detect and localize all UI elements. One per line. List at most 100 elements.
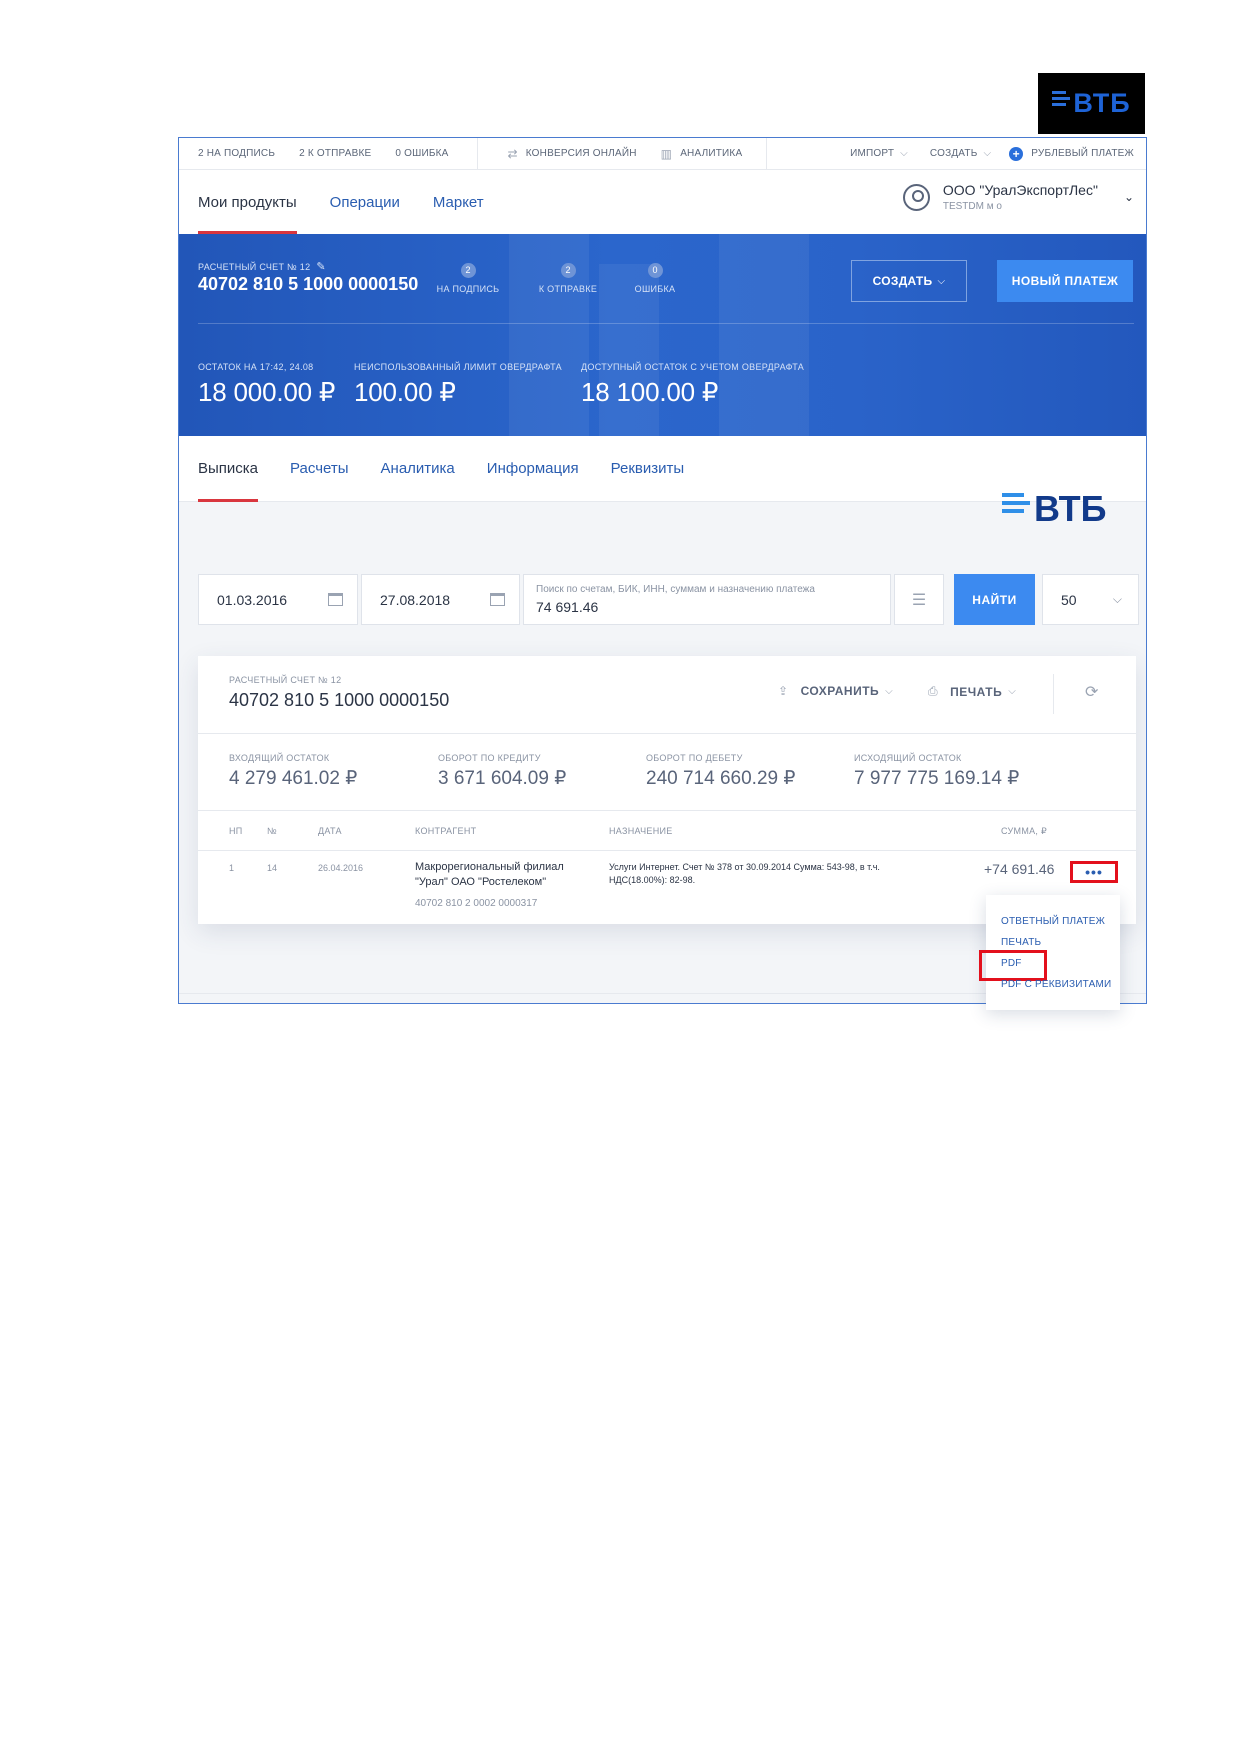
chevron-down-icon: ⌵ xyxy=(937,275,946,287)
counter-label: НА ПОДПИСЬ xyxy=(436,284,500,294)
chevron-down-icon: ⌵ xyxy=(885,685,894,697)
counter-to-send[interactable]: 2 К ОТПРАВКЕ xyxy=(528,260,608,294)
analytics-link[interactable]: ▥ АНАЛИТИКА xyxy=(661,138,743,169)
row-purpose: Услуги Интернет. Счет № 378 от 30.09.201… xyxy=(609,862,880,885)
count-badge: 0 xyxy=(647,263,663,278)
tab-analytics[interactable]: Аналитика xyxy=(381,436,455,502)
column-counterparty[interactable]: КОНТРАГЕНТ xyxy=(415,826,476,836)
row-counterparty-account: 40702 810 2 0002 0000317 xyxy=(415,898,538,909)
summary-opening: ВХОДЯЩИЙ ОСТАТОК 4 279 461.02 ₽ xyxy=(229,753,357,790)
tab-information[interactable]: Информация xyxy=(487,436,579,502)
column-number[interactable]: № xyxy=(267,826,277,836)
menu-item-pdf[interactable]: PDF xyxy=(979,950,1120,981)
pencil-icon[interactable]: ✎ xyxy=(316,261,326,273)
account-number: 40702 810 5 1000 0000150 xyxy=(198,274,419,294)
conversion-link[interactable]: ⇄ КОНВЕРСИЯ ОНЛАЙН xyxy=(508,138,637,169)
org-user: TESTDM м о xyxy=(942,201,1002,212)
statement-account-number: 40702 810 5 1000 0000150 xyxy=(229,690,450,710)
statement-filters: 01.03.2016 27.08.2018 Поиск по счетам, Б… xyxy=(198,574,1142,625)
date-from-field[interactable]: 01.03.2016 xyxy=(198,574,358,625)
errors-link[interactable]: 0 ОШИБКА xyxy=(395,148,448,159)
chevron-down-icon: ⌵ xyxy=(983,148,992,159)
calendar-icon[interactable] xyxy=(328,593,343,606)
divider xyxy=(476,138,478,169)
row-amount: +74 691.46 xyxy=(984,861,1055,877)
calendar-icon[interactable] xyxy=(490,593,505,606)
column-np[interactable]: НП xyxy=(229,826,243,836)
save-label: СОХРАНИТЬ xyxy=(800,684,880,698)
app-window: 2 НА ПОДПИСЬ 2 К ОТПРАВКЕ 0 ОШИБКА ⇄ КОН… xyxy=(178,137,1147,1004)
page-size-value: 50 xyxy=(1061,591,1077,608)
tab-requisites[interactable]: Реквизиты xyxy=(611,436,685,502)
balance-amount: 100.00 ₽ xyxy=(354,377,456,407)
counter-label: ОШИБКА xyxy=(634,284,676,294)
plus-circle-icon: + xyxy=(1009,146,1024,161)
menu-item-pdf-requisites[interactable]: PDF С РЕКВИЗИТАМИ xyxy=(986,974,1120,995)
ruble-payment-link[interactable]: + РУБЛЕВЫЙ ПЛАТЕЖ xyxy=(1009,138,1134,169)
balance-label: ОСТАТОК НА 17:42, 24.08 xyxy=(198,362,314,372)
count-badge: 2 xyxy=(560,263,576,278)
counter-errors[interactable]: 0 ОШИБКА xyxy=(615,260,695,294)
main-nav: Мои продукты Операции Маркет ООО "УралЭк… xyxy=(179,170,1146,234)
balance-label: НЕИСПОЛЬЗОВАННЫЙ ЛИМИТ ОВЕРДРАФТА xyxy=(354,362,562,372)
column-purpose[interactable]: НАЗНАЧЕНИЕ xyxy=(609,826,673,836)
tab-market[interactable]: Маркет xyxy=(433,170,484,234)
conversion-label: КОНВЕРСИЯ ОНЛАЙН xyxy=(525,148,637,159)
row-context-menu: ОТВЕТНЫЙ ПЛАТЕЖ ПЕЧАТЬ PDF PDF С РЕКВИЗИ… xyxy=(979,895,1120,1010)
create-menu[interactable]: СОЗДАТЬ ⌵ xyxy=(930,138,991,169)
find-button[interactable]: НАЙТИ xyxy=(954,574,1035,625)
logo-text: ВТБ xyxy=(1034,488,1107,529)
summary-label: ОБОРОТ ПО КРЕДИТУ xyxy=(438,753,541,763)
chevron-down-icon: ⌵ xyxy=(1112,592,1122,606)
summary-label: ИСХОДЯЩИЙ ОСТАТОК xyxy=(854,753,962,763)
balance-available: ДОСТУПНЫЙ ОСТАТОК С УЧЕТОМ ОВЕРДРАФТА 18… xyxy=(581,362,804,408)
print-button[interactable]: ⎙ ПЕЧАТЬ ⌵ xyxy=(928,684,1016,699)
logo-bars-icon xyxy=(1002,493,1030,513)
summary-closing: ИСХОДЯЩИЙ ОСТАТОК 7 977 775 169.14 ₽ xyxy=(854,753,1019,790)
tab-my-products[interactable]: Мои продукты xyxy=(198,170,297,234)
filter-settings-icon[interactable]: ☰ xyxy=(894,574,944,625)
vtb-logo: ВТБ xyxy=(1002,488,1107,530)
tab-operations[interactable]: Операции xyxy=(330,170,400,234)
create-button[interactable]: СОЗДАТЬ ⌵ xyxy=(851,260,967,302)
column-date[interactable]: ДАТА xyxy=(318,826,342,836)
user-avatar-icon xyxy=(902,183,930,211)
table-header: НП № ДАТА КОНТРАГЕНТ НАЗНАЧЕНИЕ СУММА, ₽ xyxy=(198,811,1136,851)
tab-statement[interactable]: Выписка xyxy=(198,436,259,502)
print-label: ПЕЧАТЬ xyxy=(950,684,1003,699)
column-amount[interactable]: СУММА, ₽ xyxy=(1001,826,1047,837)
balance-amount: 18 000.00 ₽ xyxy=(198,377,336,407)
create-label: СОЗДАТЬ xyxy=(929,148,978,159)
to-sign-link[interactable]: 2 НА ПОДПИСЬ xyxy=(198,148,275,159)
divider xyxy=(1053,674,1054,714)
menu-item-reply-payment[interactable]: ОТВЕТНЫЙ ПЛАТЕЖ xyxy=(986,911,1120,932)
search-placeholder: Поиск по счетам, БИК, ИНН, суммам и назн… xyxy=(536,584,815,595)
new-payment-button[interactable]: НОВЫЙ ПЛАТЕЖ xyxy=(997,260,1133,302)
import-menu[interactable]: ИМПОРТ ⌵ xyxy=(850,138,908,169)
printer-icon: ⎙ xyxy=(928,684,939,698)
account-hero: РАСЧЕТНЫЙ СЧЕТ № 12 ✎ 40702 810 5 1000 00… xyxy=(179,234,1146,436)
search-input[interactable]: Поиск по счетам, БИК, ИНН, суммам и назн… xyxy=(523,574,891,625)
page-size-select[interactable]: 50 ⌵ xyxy=(1042,574,1139,625)
summary-label: ВХОДЯЩИЙ ОСТАТОК xyxy=(229,753,330,763)
statement-summary: ВХОДЯЩИЙ ОСТАТОК 4 279 461.02 ₽ ОБОРОТ П… xyxy=(198,734,1136,811)
conversion-icon: ⇄ xyxy=(507,146,518,161)
tab-settlements[interactable]: Расчеты xyxy=(290,436,349,502)
row-more-button[interactable]: ••• xyxy=(1070,861,1118,883)
divider xyxy=(766,138,768,169)
chevron-down-icon: ⌵ xyxy=(1008,686,1017,697)
summary-amount: 3 671 604.09 ₽ xyxy=(438,768,567,789)
summary-amount: 7 977 775 169.14 ₽ xyxy=(854,768,1020,789)
statement-account-label: РАСЧЕТНЫЙ СЧЕТ № 12 xyxy=(229,675,342,685)
summary-credit: ОБОРОТ ПО КРЕДИТУ 3 671 604.09 ₽ xyxy=(438,753,566,790)
to-send-link[interactable]: 2 К ОТПРАВКЕ xyxy=(299,148,371,159)
refresh-icon[interactable]: ⟳ xyxy=(1085,682,1098,702)
count-badge: 2 xyxy=(460,263,476,278)
date-to-field[interactable]: 27.08.2018 xyxy=(361,574,520,625)
upload-icon: ⇪ xyxy=(778,684,789,698)
org-switcher[interactable]: ООО "УралЭкспортЛес" TESTDM м о ⌄ xyxy=(902,182,1134,212)
analytics-label: АНАЛИТИКА xyxy=(680,148,743,159)
save-button[interactable]: ⇪ СОХРАНИТЬ ⌵ xyxy=(778,684,893,698)
chevron-down-icon: ⌵ xyxy=(900,148,908,159)
counter-to-sign[interactable]: 2 НА ПОДПИСЬ xyxy=(428,260,508,294)
